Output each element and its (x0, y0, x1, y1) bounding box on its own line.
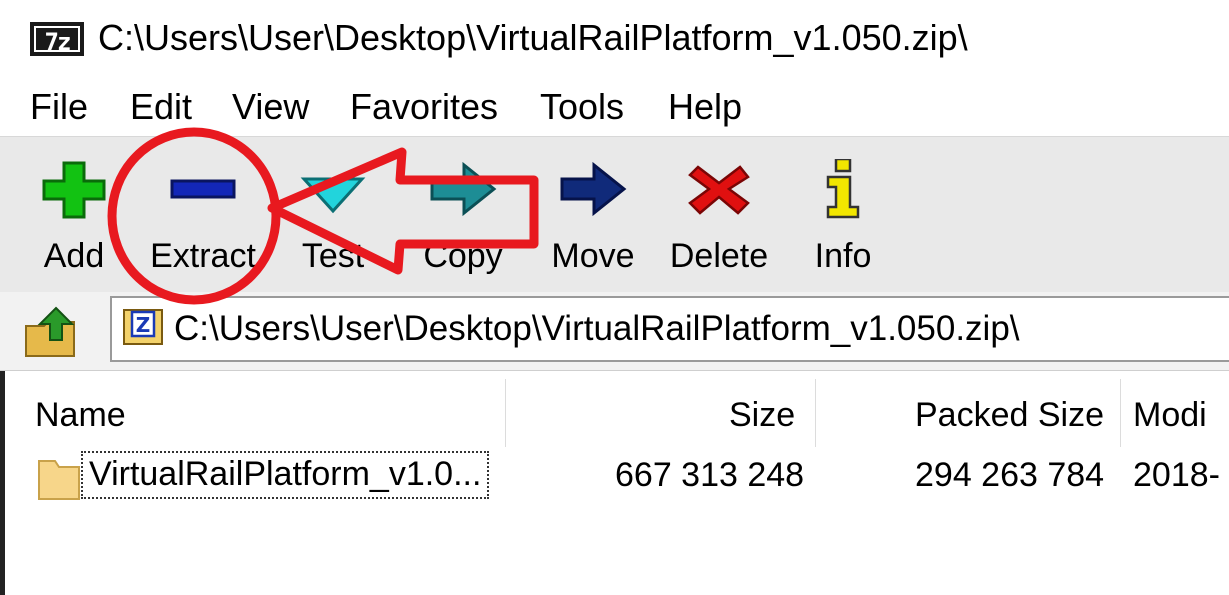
window-title: C:\Users\User\Desktop\VirtualRailPlatfor… (98, 17, 968, 58)
column-divider[interactable] (505, 379, 506, 447)
green-plus-icon (42, 161, 106, 219)
menu-edit[interactable]: Edit (130, 84, 192, 130)
toolbar: Add Extract Test Copy Move Delete Info (0, 136, 1229, 293)
address-field[interactable]: Z C:\Users\User\Desktop\VirtualRailPlatf… (110, 296, 1229, 362)
copy-label: Copy (423, 237, 503, 275)
menu-favorites[interactable]: Favorites (350, 84, 498, 130)
address-path: C:\Users\User\Desktop\VirtualRailPlatfor… (174, 309, 1020, 348)
red-x-icon (688, 165, 750, 215)
yellow-i-icon (826, 159, 860, 219)
address-bar: Z C:\Users\User\Desktop\VirtualRailPlatf… (0, 292, 1229, 371)
column-header-packed-size[interactable]: Packed Size (915, 393, 1104, 437)
file-list: Name Size Packed Size Modi VirtualRailPl… (0, 371, 1229, 595)
app-logo-icon: 7z (30, 22, 84, 56)
menu-help[interactable]: Help (668, 84, 742, 130)
column-header-name[interactable]: Name (35, 393, 126, 437)
move-label: Move (551, 237, 635, 275)
copy-button[interactable]: Copy (408, 137, 518, 287)
row-name: VirtualRailPlatform_v1.0... (81, 451, 490, 499)
column-header-size[interactable]: Size (729, 393, 795, 437)
extract-button[interactable]: Extract (132, 137, 274, 287)
delete-button[interactable]: Delete (656, 137, 782, 287)
info-label: Info (814, 237, 872, 275)
menu-file[interactable]: File (30, 84, 88, 130)
row-packed-size: 294 263 784 (915, 456, 1105, 494)
zip-archive-icon: Z (123, 309, 163, 345)
cyan-down-arrow-icon (300, 177, 366, 214)
folder-icon (38, 460, 80, 500)
title-bar: 7z C:\Users\User\Desktop\VirtualRailPlat… (0, 0, 1229, 75)
info-button[interactable]: Info (798, 137, 888, 287)
app-logo-text: 7z (34, 26, 80, 56)
svg-text:Z: Z (136, 313, 151, 337)
delete-label: Delete (669, 237, 769, 275)
column-header-modified[interactable]: Modi (1133, 393, 1207, 437)
folder-up-icon[interactable] (22, 304, 82, 360)
row-modified: 2018- (1133, 456, 1220, 494)
move-button[interactable]: Move (534, 137, 652, 287)
column-divider[interactable] (1120, 379, 1121, 447)
menu-bar: File Edit View Favorites Tools Help (0, 78, 1229, 134)
extract-label: Extract (150, 237, 256, 275)
test-button[interactable]: Test (280, 137, 386, 287)
menu-view[interactable]: View (232, 84, 309, 130)
table-row[interactable]: VirtualRailPlatform_v1.0... 667 313 248 … (5, 449, 1229, 505)
navy-right-arrow-icon (560, 161, 627, 217)
menu-tools[interactable]: Tools (540, 84, 624, 130)
add-label: Add (43, 237, 105, 275)
blue-minus-icon (170, 179, 236, 199)
teal-right-arrow-icon (430, 161, 497, 217)
column-divider[interactable] (815, 379, 816, 447)
add-button[interactable]: Add (28, 137, 120, 287)
row-size: 667 313 248 (615, 456, 805, 494)
test-label: Test (301, 237, 365, 275)
